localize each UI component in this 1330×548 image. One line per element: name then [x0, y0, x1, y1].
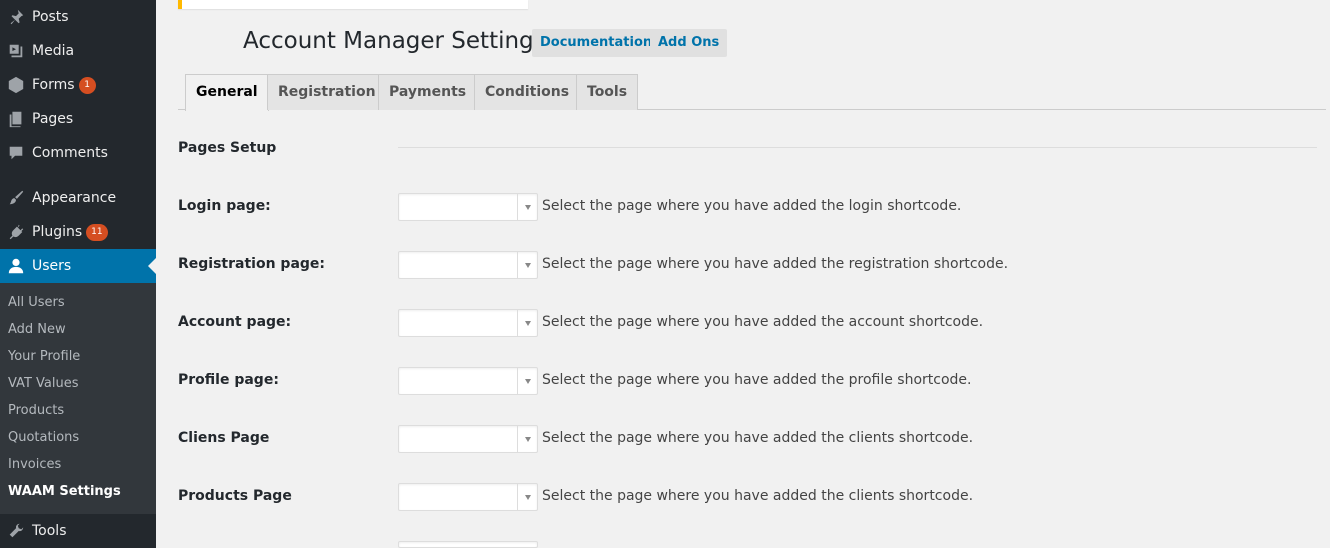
- comments-icon: [0, 144, 32, 162]
- submenu-add-new[interactable]: Add New: [8, 322, 66, 337]
- products-page-label: Products Page: [178, 488, 292, 504]
- paintbrush-icon: [0, 189, 32, 207]
- menu-label: Plugins: [32, 224, 83, 240]
- dropdown-arrow-icon: [517, 252, 537, 278]
- profile-page-description: Select the page where you have added the…: [542, 372, 972, 388]
- menu-label: Pages: [32, 111, 74, 127]
- dropdown-arrow-icon: [517, 310, 537, 336]
- menu-item-appearance[interactable]: Appearance: [0, 181, 156, 215]
- submenu-all-users[interactable]: All Users: [8, 295, 65, 310]
- menu-item-tools[interactable]: Tools: [0, 514, 156, 548]
- tab-registration[interactable]: Registration: [267, 74, 387, 110]
- account-page-description: Select the page where you have added the…: [542, 314, 984, 330]
- account-page-select[interactable]: [398, 309, 538, 337]
- menu-item-posts[interactable]: Posts: [0, 0, 156, 34]
- notification-badge: 1: [78, 76, 96, 94]
- products-page-select[interactable]: [398, 483, 538, 511]
- admin-sidebar: Posts Media Forms 1 Pages Comments Appea…: [0, 0, 156, 548]
- menu-item-plugins[interactable]: Plugins 11: [0, 215, 156, 249]
- menu-item-users[interactable]: Users: [0, 249, 156, 283]
- add-ons-button[interactable]: Add Ons: [650, 29, 728, 57]
- menu-label: Forms: [32, 77, 75, 93]
- tab-general[interactable]: General: [185, 74, 269, 111]
- plugins-icon: [0, 223, 32, 241]
- menu-label: Tools: [32, 523, 67, 539]
- submenu-invoices[interactable]: Invoices: [8, 457, 61, 472]
- media-icon: [0, 42, 32, 60]
- section-divider: [398, 147, 1317, 148]
- registration-page-select[interactable]: [398, 251, 538, 279]
- login-page-select[interactable]: [398, 193, 538, 221]
- submenu-quotations[interactable]: Quotations: [8, 430, 79, 445]
- submenu-products[interactable]: Products: [8, 403, 64, 418]
- registration-page-description: Select the page where you have added the…: [542, 256, 1009, 272]
- dropdown-arrow-icon: [517, 484, 537, 510]
- clients-page-label: Cliens Page: [178, 430, 270, 446]
- menu-label: Appearance: [32, 190, 117, 206]
- menu-item-media[interactable]: Media: [0, 34, 156, 68]
- pushpin-icon: [0, 8, 32, 26]
- menu-label: Media: [32, 43, 75, 59]
- next-page-select[interactable]: [398, 541, 538, 548]
- profile-page-label: Profile page:: [178, 372, 279, 388]
- tab-payments[interactable]: Payments: [378, 74, 478, 110]
- account-page-label: Account page:: [178, 314, 292, 330]
- documentation-button[interactable]: Documentation: [532, 29, 661, 57]
- pages-icon: [0, 110, 32, 128]
- registration-page-label: Registration page:: [178, 256, 326, 272]
- clients-page-description: Select the page where you have added the…: [542, 430, 974, 446]
- menu-label: Posts: [32, 9, 69, 25]
- tab-tools[interactable]: Tools: [576, 74, 639, 110]
- dropdown-arrow-icon: [517, 194, 537, 220]
- menu-item-pages[interactable]: Pages: [0, 102, 156, 136]
- tools-icon: [0, 522, 32, 540]
- menu-item-forms[interactable]: Forms 1: [0, 68, 156, 102]
- products-page-description: Select the page where you have added the…: [542, 488, 974, 504]
- dropdown-arrow-icon: [517, 368, 537, 394]
- settings-tabs: General Registration Payments Conditions…: [178, 74, 1326, 111]
- menu-label: Comments: [32, 145, 108, 161]
- login-page-label: Login page:: [178, 198, 271, 214]
- users-submenu: All Users Add New Your Profile VAT Value…: [0, 283, 156, 514]
- users-icon: [0, 257, 32, 275]
- dropdown-arrow-icon: [517, 426, 537, 452]
- menu-item-comments[interactable]: Comments: [0, 136, 156, 170]
- clients-page-select[interactable]: [398, 425, 538, 453]
- admin-notice: [178, 0, 528, 9]
- notification-badge: 11: [86, 223, 108, 241]
- profile-page-select[interactable]: [398, 367, 538, 395]
- forms-icon: [0, 76, 32, 94]
- section-title: Pages Setup: [178, 140, 277, 156]
- page-title: Account Manager Settings: [243, 28, 546, 54]
- submenu-vat-values[interactable]: VAT Values: [8, 376, 79, 391]
- login-page-description: Select the page where you have added the…: [542, 198, 962, 214]
- menu-label: Users: [32, 258, 72, 274]
- submenu-waam-settings[interactable]: WAAM Settings: [8, 484, 121, 499]
- tab-conditions[interactable]: Conditions: [474, 74, 581, 110]
- submenu-your-profile[interactable]: Your Profile: [8, 349, 80, 364]
